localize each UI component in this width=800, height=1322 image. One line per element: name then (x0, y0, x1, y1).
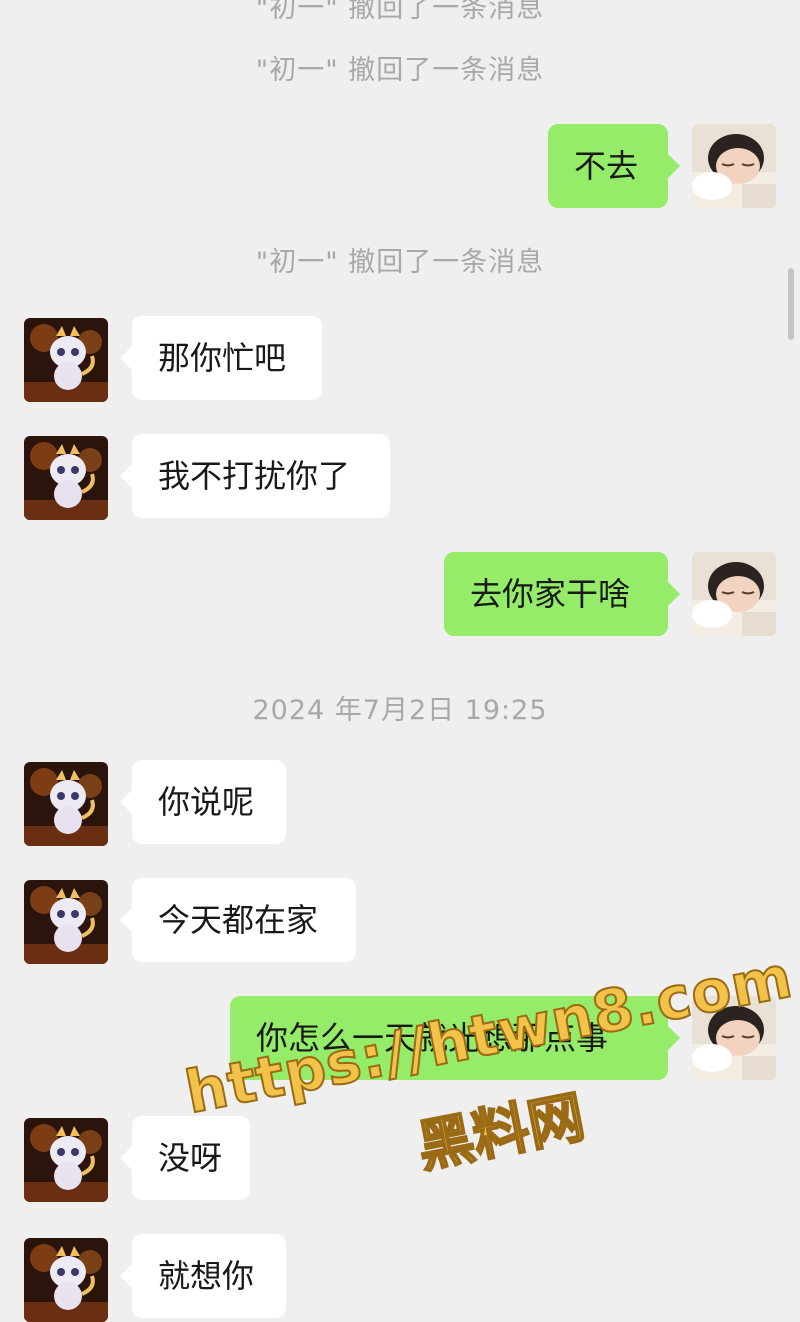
contact-avatar[interactable] (24, 318, 108, 402)
message-bubble[interactable]: 不去 (548, 124, 680, 208)
message-bubble[interactable]: 去你家干啥 (444, 552, 680, 636)
scrollbar[interactable] (788, 268, 794, 340)
dragon-mascot-avatar-icon (24, 1238, 108, 1322)
self-avatar[interactable] (692, 552, 776, 636)
sleeping-child-avatar-icon (692, 124, 776, 208)
message-bubble[interactable]: 你说呢 (120, 760, 286, 844)
dragon-mascot-avatar-icon (24, 880, 108, 964)
message-bubble[interactable]: 那你忙吧 (120, 316, 322, 400)
sleeping-child-avatar-icon (692, 552, 776, 636)
timestamp: 2024 年7月2日 19:25 (252, 695, 548, 726)
message-bubble[interactable]: 今天都在家 (120, 878, 356, 962)
contact-avatar[interactable] (24, 1118, 108, 1202)
dragon-mascot-avatar-icon (24, 1118, 108, 1202)
message-bubble[interactable]: 我不打扰你了 (120, 434, 390, 518)
dragon-mascot-avatar-icon (24, 436, 108, 520)
recall-notice: "初一" 撤回了一条消息 (255, 55, 545, 86)
contact-avatar[interactable] (24, 1238, 108, 1322)
contact-avatar[interactable] (24, 436, 108, 520)
watermark-name: 黑料网 (411, 1084, 590, 1182)
message-bubble[interactable]: 就想你 (120, 1234, 286, 1318)
contact-avatar[interactable] (24, 880, 108, 964)
dragon-mascot-avatar-icon (24, 762, 108, 846)
self-avatar[interactable] (692, 124, 776, 208)
recall-notice: "初一" 撤回了一条消息 (255, 0, 545, 24)
dragon-mascot-avatar-icon (24, 318, 108, 402)
message-bubble[interactable]: 没呀 (120, 1116, 250, 1200)
contact-avatar[interactable] (24, 762, 108, 846)
recall-notice: "初一" 撤回了一条消息 (255, 247, 545, 278)
